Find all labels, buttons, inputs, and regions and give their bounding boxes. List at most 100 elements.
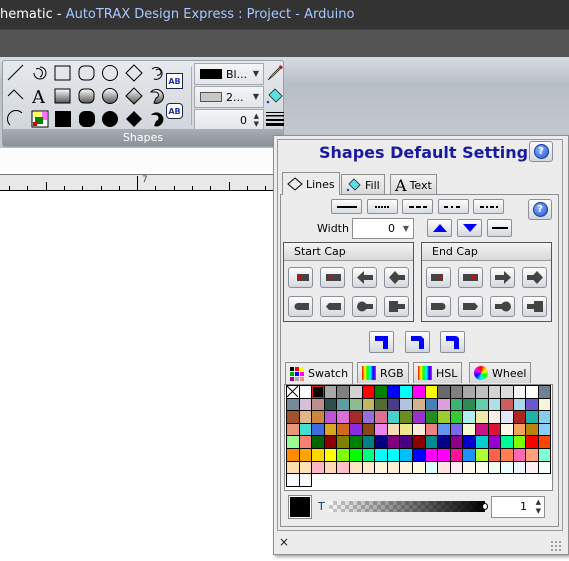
- color-swatch[interactable]: [286, 422, 300, 437]
- no-color-swatch[interactable]: [286, 385, 300, 399]
- transparency-spinner[interactable]: 1 ▲ ▼: [491, 496, 545, 518]
- color-swatch[interactable]: [424, 460, 439, 475]
- fill-color-dropdown[interactable]: 2... ▼: [194, 86, 264, 108]
- color-swatch[interactable]: [311, 397, 325, 412]
- color-swatch[interactable]: [411, 447, 426, 462]
- color-swatch[interactable]: [311, 435, 325, 449]
- color-swatch[interactable]: [386, 460, 401, 475]
- color-swatch[interactable]: [512, 410, 527, 424]
- color-swatch[interactable]: [537, 447, 552, 462]
- color-swatch[interactable]: [525, 447, 539, 462]
- color-swatch[interactable]: [537, 460, 552, 475]
- start-cap-round-dot-button[interactable]: [288, 267, 313, 288]
- color-swatch[interactable]: [399, 447, 413, 462]
- color-swatch[interactable]: [449, 410, 464, 424]
- color-swatch[interactable]: [462, 435, 476, 449]
- color-swatch[interactable]: [449, 460, 464, 475]
- color-swatch[interactable]: [449, 447, 464, 462]
- end-cap-diamond-button[interactable]: [522, 267, 547, 288]
- color-swatch[interactable]: [437, 385, 451, 399]
- color-swatch[interactable]: [336, 397, 350, 412]
- color-swatch[interactable]: [399, 410, 413, 424]
- color-swatch[interactable]: [374, 435, 388, 449]
- color-swatch[interactable]: [323, 422, 338, 437]
- color-swatch[interactable]: [462, 410, 476, 424]
- color-swatch[interactable]: [474, 410, 489, 424]
- color-swatch[interactable]: [348, 422, 363, 437]
- color-swatch[interactable]: [487, 397, 502, 412]
- line-color-dropdown[interactable]: Bl... ▼: [194, 63, 264, 85]
- color-swatch[interactable]: [336, 460, 350, 475]
- color-swatch[interactable]: [474, 460, 489, 475]
- rounded-text-box-button[interactable]: AB: [166, 103, 183, 119]
- color-swatch[interactable]: [411, 385, 426, 399]
- color-swatch[interactable]: [286, 435, 300, 449]
- pen-icon[interactable]: [265, 63, 285, 83]
- line-style-dashed-button[interactable]: [402, 199, 433, 214]
- bevel-join-button[interactable]: [405, 331, 430, 353]
- color-swatch[interactable]: [361, 397, 376, 412]
- color-swatch[interactable]: [298, 397, 313, 412]
- color-swatch[interactable]: [537, 410, 552, 424]
- color-swatch[interactable]: [512, 447, 527, 462]
- color-swatch[interactable]: [487, 447, 502, 462]
- color-swatch[interactable]: [424, 435, 439, 449]
- line-style-dash-dot-dot-button[interactable]: [473, 199, 504, 214]
- color-swatch[interactable]: [537, 422, 552, 437]
- spin-arrows-icon[interactable]: ▲ ▼: [536, 498, 541, 516]
- start-cap-arrow-button[interactable]: [352, 267, 377, 288]
- panel-close-button[interactable]: ×: [279, 535, 289, 549]
- color-swatch[interactable]: [374, 397, 388, 412]
- color-swatch[interactable]: [437, 410, 451, 424]
- color-swatch[interactable]: [361, 385, 376, 399]
- color-swatch[interactable]: [336, 422, 350, 437]
- color-swatch[interactable]: [462, 385, 476, 399]
- color-swatch[interactable]: [386, 435, 401, 449]
- color-swatch[interactable]: [537, 385, 552, 399]
- color-swatch[interactable]: [399, 385, 413, 399]
- color-swatch[interactable]: [424, 385, 439, 399]
- color-swatch[interactable]: [286, 473, 300, 487]
- color-swatch[interactable]: [386, 385, 401, 399]
- ellipse-tool[interactable]: [100, 63, 120, 83]
- color-swatch[interactable]: [399, 460, 413, 475]
- color-swatch[interactable]: [348, 410, 363, 424]
- color-swatch[interactable]: [298, 460, 313, 475]
- color-swatch[interactable]: [336, 447, 350, 462]
- color-swatch[interactable]: [512, 422, 527, 437]
- color-swatch[interactable]: [525, 385, 539, 399]
- color-swatch[interactable]: [298, 410, 313, 424]
- color-swatch[interactable]: [386, 447, 401, 462]
- schematic-canvas[interactable]: [0, 191, 275, 561]
- color-swatch[interactable]: [424, 447, 439, 462]
- color-swatch[interactable]: [311, 410, 325, 424]
- color-swatch[interactable]: [462, 397, 476, 412]
- rounded-rectangle-tool[interactable]: [77, 63, 97, 83]
- color-swatch[interactable]: [336, 410, 350, 424]
- color-swatch[interactable]: [437, 435, 451, 449]
- start-cap-square-button[interactable]: [384, 296, 409, 317]
- spiral-tool[interactable]: [147, 63, 167, 83]
- current-color-preview[interactable]: [288, 495, 312, 519]
- color-swatch[interactable]: [411, 410, 426, 424]
- lines-help-button[interactable]: ?: [528, 199, 552, 220]
- color-swatch[interactable]: [323, 447, 338, 462]
- color-swatch[interactable]: [512, 460, 527, 475]
- color-swatch[interactable]: [537, 397, 552, 412]
- color-swatch[interactable]: [411, 460, 426, 475]
- tab-swatch[interactable]: Swatch: [285, 362, 354, 384]
- tab-text[interactable]: A Text: [390, 174, 437, 195]
- color-swatch[interactable]: [336, 435, 350, 449]
- color-swatch[interactable]: [298, 447, 313, 462]
- fill-bucket-icon[interactable]: [265, 86, 285, 106]
- round-join-button[interactable]: [440, 331, 465, 353]
- color-swatch[interactable]: [525, 422, 539, 437]
- color-swatch[interactable]: [437, 460, 451, 475]
- color-swatch[interactable]: [348, 460, 363, 475]
- color-swatch[interactable]: [411, 422, 426, 437]
- color-swatch[interactable]: [424, 410, 439, 424]
- color-swatch[interactable]: [286, 447, 300, 462]
- color-swatch[interactable]: [348, 397, 363, 412]
- color-swatch[interactable]: [386, 422, 401, 437]
- color-swatch[interactable]: [361, 460, 376, 475]
